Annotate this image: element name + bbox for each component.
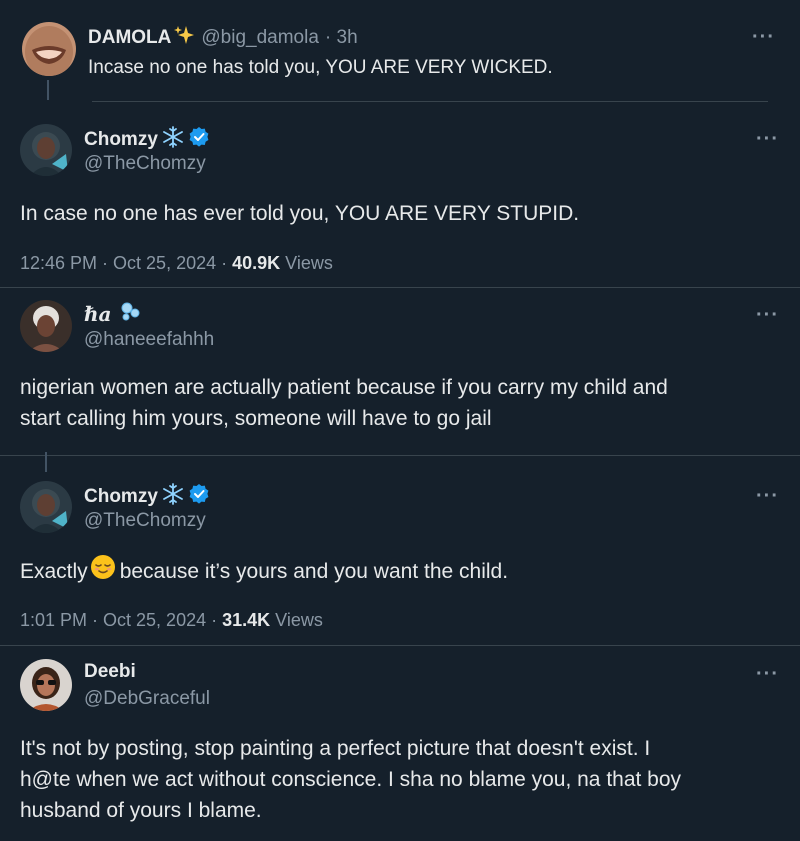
views-label: Views <box>270 610 323 630</box>
divider <box>0 287 800 288</box>
thread-line <box>45 452 47 472</box>
views-label: Views <box>280 253 333 273</box>
tweet-meta: 12:46 PM · Oct 25, 2024 · 40.9K Views <box>20 253 333 274</box>
handle[interactable]: @TheChomzy <box>84 510 206 532</box>
timestamp[interactable]: 1:01 PM · Oct 25, 2024 · <box>20 610 222 630</box>
divider <box>0 645 800 646</box>
handle[interactable]: @big_damola <box>201 27 319 49</box>
avatar[interactable] <box>20 300 72 352</box>
display-name[interactable]: ℏa <box>84 302 112 326</box>
snowflake-icon <box>162 483 184 511</box>
more-options-icon[interactable]: ··· <box>756 129 779 149</box>
view-count: 40.9K <box>232 253 281 273</box>
more-options-icon[interactable]: ··· <box>752 27 775 47</box>
tweet-feed: DAMOLA @big_damola · 3h Incase no one ha… <box>0 0 800 841</box>
display-name[interactable]: Deebi <box>84 661 136 683</box>
thread-line <box>47 80 49 100</box>
verified-badge-icon[interactable] <box>188 483 210 511</box>
tweet-text-end: because it’s yours and you want the chil… <box>119 560 509 583</box>
view-count: 31.4K <box>222 610 271 630</box>
relieved-face-emoji <box>90 554 116 589</box>
tweet-text-line-2: start calling him yours, someone will ha… <box>20 407 492 430</box>
handle[interactable]: @DebGraceful <box>84 688 210 710</box>
divider <box>92 101 768 102</box>
avatar[interactable] <box>20 659 72 711</box>
tweet-text-line-3: husband of yours I blame. <box>20 799 262 822</box>
handle[interactable]: @TheChomzy <box>84 153 206 175</box>
tweet-text: Incase no one has told you, YOU ARE VERY… <box>88 57 553 78</box>
divider <box>0 455 800 456</box>
tweet-text-line-1: It's not by posting, stop painting a per… <box>20 737 651 760</box>
display-name[interactable]: DAMOLA <box>88 27 171 49</box>
sparkles-icon <box>173 24 195 52</box>
display-name[interactable]: Chomzy <box>84 486 158 508</box>
bubbles-icon <box>118 300 142 328</box>
timestamp[interactable]: 12:46 PM · Oct 25, 2024 · <box>20 253 232 273</box>
avatar[interactable] <box>20 481 72 533</box>
verified-badge-icon[interactable] <box>188 126 210 154</box>
tweet-text: In case no one has ever told you, YOU AR… <box>20 202 580 225</box>
more-options-icon[interactable]: ··· <box>756 305 779 325</box>
more-options-icon[interactable]: ··· <box>756 486 779 506</box>
tweet-text-line-2: h@te when we act without conscience. I s… <box>20 768 682 791</box>
avatar[interactable] <box>22 22 76 76</box>
tweet-text-start: Exactly <box>20 560 88 583</box>
handle[interactable]: @haneeefahhh <box>84 329 214 351</box>
relative-time[interactable]: · 3h <box>325 27 358 49</box>
tweet-text: Exactly because it’s yours and you want … <box>20 554 508 589</box>
tweet-text-line-1: nigerian women are actually patient beca… <box>20 376 668 399</box>
more-options-icon[interactable]: ··· <box>756 664 779 684</box>
tweet-meta: 1:01 PM · Oct 25, 2024 · 31.4K Views <box>20 610 323 631</box>
avatar[interactable] <box>20 124 72 176</box>
display-name[interactable]: Chomzy <box>84 129 158 151</box>
snowflake-icon <box>162 126 184 154</box>
